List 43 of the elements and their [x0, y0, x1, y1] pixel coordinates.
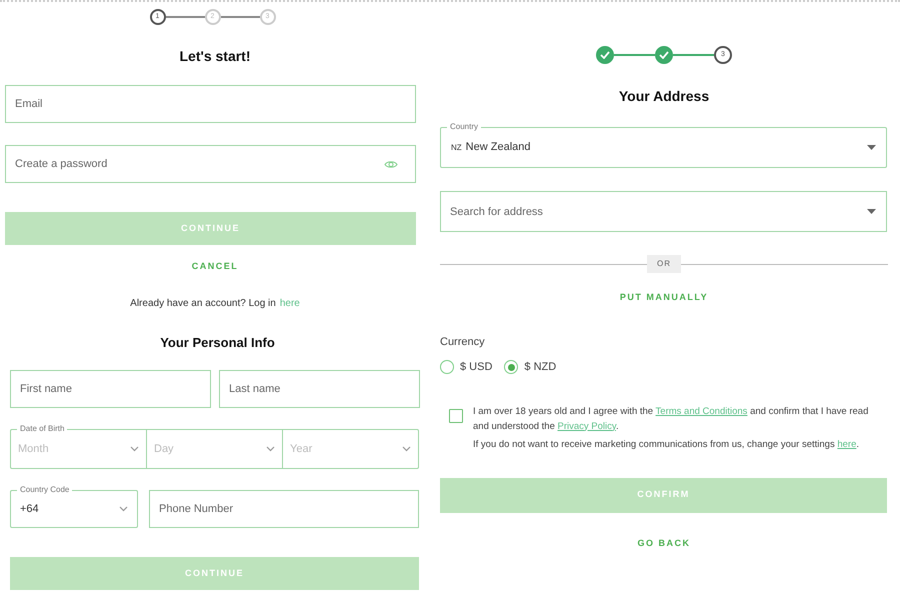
- currency-radio[interactable]: $ USD: [440, 359, 492, 376]
- select-value: +64: [20, 502, 39, 517]
- currency-radio[interactable]: $ NZD: [504, 359, 556, 376]
- placeholder-text: Year: [290, 442, 312, 457]
- email-field[interactable]: Email: [5, 85, 416, 123]
- login-link[interactable]: here: [280, 296, 300, 310]
- password-field[interactable]: Create a password: [5, 145, 416, 183]
- address-search-field[interactable]: Search for address: [440, 191, 887, 232]
- section-title: Let's start!: [178, 47, 252, 66]
- select-field[interactable]: Day: [146, 430, 282, 468]
- chevron-icon: [130, 446, 139, 452]
- chevron-icon: [402, 446, 411, 452]
- section-title: Your Address: [618, 87, 710, 106]
- field-label: Country: [447, 121, 482, 133]
- confirm-button[interactable]: CONFIRM: [440, 478, 887, 512]
- consent-text: I am over 18 years old and I agree with the Terms and Conditions and confirm that I have read and understood the Privacy Policy.: [473, 404, 870, 434]
- go-back-link[interactable]: GO BACK: [638, 536, 690, 550]
- phone-number-field[interactable]: Phone Number: [149, 490, 419, 528]
- consent-text: If you do not want to receive marketing communications from us, change your settings here.: [473, 438, 860, 452]
- placeholder-text: Day: [154, 442, 174, 457]
- select-value: NZ New Zealand: [451, 140, 530, 156]
- continue-button[interactable]: CONTINUE: [10, 557, 419, 590]
- last-name-field[interactable]: Last name: [219, 370, 420, 408]
- select-field[interactable]: Year: [282, 430, 418, 468]
- text-link[interactable]: Privacy Policy: [558, 420, 616, 432]
- text-link[interactable]: here: [837, 438, 856, 450]
- field-label: Country Code: [17, 484, 72, 496]
- section-title: Your Personal Info: [159, 334, 276, 352]
- first-name-field[interactable]: First name: [10, 370, 211, 408]
- caret-icon: [867, 145, 876, 150]
- text-link[interactable]: Terms and Conditions: [656, 406, 748, 416]
- cancel-link[interactable]: CANCEL: [192, 260, 238, 274]
- eye-icon[interactable]: [384, 160, 398, 168]
- login-prompt: Already have an account? Log in: [130, 296, 276, 310]
- chevron-icon: [119, 506, 128, 512]
- placeholder-text: Month: [18, 442, 49, 457]
- continue-button[interactable]: CONTINUE: [5, 212, 416, 245]
- or-divider-label: OR: [647, 255, 681, 273]
- consent-checkbox[interactable]: [449, 408, 463, 422]
- chevron-icon: [266, 446, 275, 452]
- put-manually-link[interactable]: PUT MANUALLY: [620, 291, 708, 304]
- currency-label: Currency: [440, 334, 486, 350]
- caret-icon: [867, 209, 876, 214]
